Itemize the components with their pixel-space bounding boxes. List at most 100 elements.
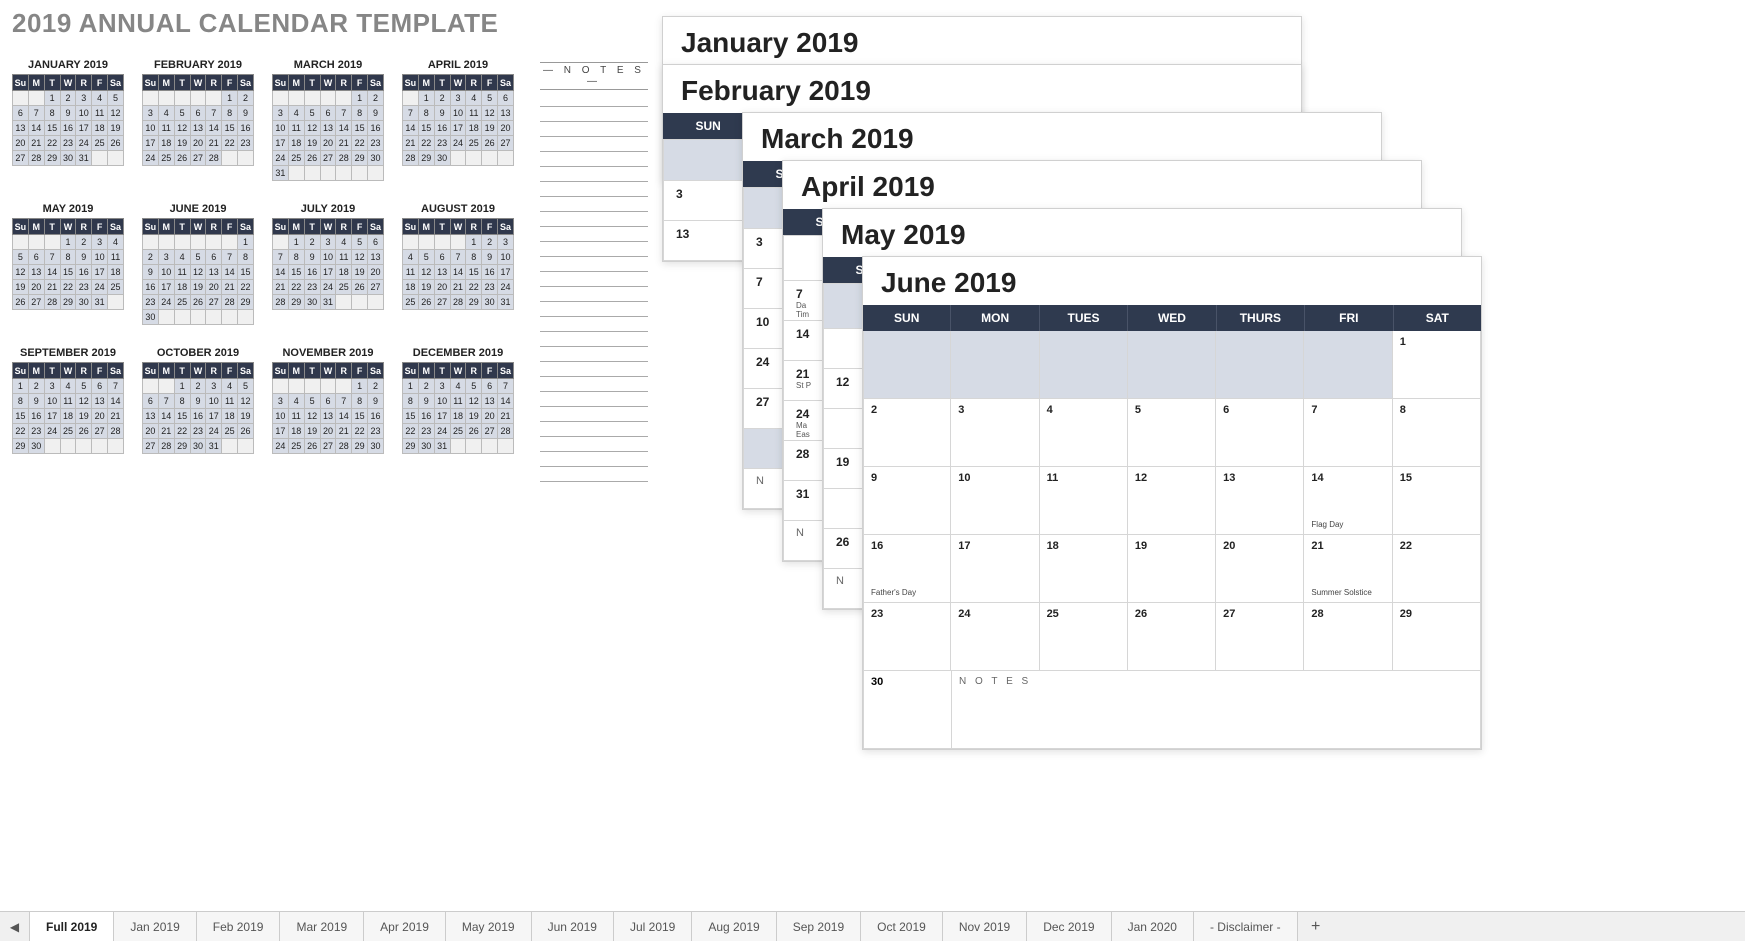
calendar-day-cell[interactable]: 11	[1040, 467, 1128, 535]
calendar-day-cell[interactable]	[1304, 331, 1392, 399]
note-line[interactable]	[540, 437, 648, 452]
june-body: 1234567891011121314Flag Day1516Father's …	[863, 331, 1481, 671]
month-card-jun: June 2019 SUNMONTUESWEDTHURSFRISAT 12345…	[862, 256, 1482, 750]
calendar-day-cell[interactable]: 13	[1216, 467, 1304, 535]
card-title: January 2019	[663, 17, 1301, 65]
calendar-day-cell[interactable]: 17	[951, 535, 1039, 603]
note-line[interactable]	[540, 197, 648, 212]
sheet-tab[interactable]: Jun 2019	[532, 912, 614, 941]
sheet-tab[interactable]: - Disclaimer -	[1194, 912, 1298, 941]
notes-column: — N O T E S —	[540, 62, 648, 482]
calendar-day-cell[interactable]: 14Flag Day	[1304, 467, 1392, 535]
note-line[interactable]	[540, 317, 648, 332]
sheet-tab[interactable]: Apr 2019	[364, 912, 446, 941]
note-line[interactable]	[540, 257, 648, 272]
note-line[interactable]	[540, 347, 648, 362]
note-line[interactable]	[540, 167, 648, 182]
calendar-day-cell[interactable]: 12	[1128, 467, 1216, 535]
calendar-day-cell[interactable]: 2	[863, 399, 951, 467]
sheet-tab[interactable]: Aug 2019	[692, 912, 776, 941]
note-line[interactable]	[540, 122, 648, 137]
card-title: June 2019	[863, 257, 1481, 305]
mini-month: MARCH 2019SuMTWRFSa.....1234567891011121…	[272, 59, 384, 181]
note-line[interactable]	[540, 362, 648, 377]
sheet-tab[interactable]: Mar 2019	[280, 912, 364, 941]
calendar-day-cell[interactable]: 16Father's Day	[863, 535, 951, 603]
add-sheet-button[interactable]: +	[1298, 912, 1334, 941]
sheet-tab[interactable]: Jul 2019	[614, 912, 692, 941]
note-line[interactable]	[540, 422, 648, 437]
note-line[interactable]	[540, 107, 648, 122]
sheet-tab[interactable]: May 2019	[446, 912, 532, 941]
calendar-day-cell[interactable]: 26	[1128, 603, 1216, 671]
dow-label: FRI	[1305, 305, 1393, 331]
mini-month: DECEMBER 2019SuMTWRFSa123456789101112131…	[402, 347, 514, 454]
mini-month-title: MAY 2019	[12, 203, 124, 218]
calendar-day-cell[interactable]: 27	[1216, 603, 1304, 671]
calendar-day-cell[interactable]: 18	[1040, 535, 1128, 603]
sheet-tab[interactable]: Dec 2019	[1027, 912, 1111, 941]
note-line[interactable]	[540, 152, 648, 167]
note-line[interactable]	[540, 212, 648, 227]
mini-month: NOVEMBER 2019SuMTWRFSa.....1234567891011…	[272, 347, 384, 454]
note-line[interactable]	[540, 332, 648, 347]
sheet-tab[interactable]: Nov 2019	[943, 912, 1027, 941]
calendar-day-cell[interactable]: 6	[1216, 399, 1304, 467]
calendar-day-cell[interactable]	[951, 331, 1039, 399]
sheet-tab[interactable]: Oct 2019	[861, 912, 943, 941]
card-title: March 2019	[743, 113, 1381, 161]
calendar-day-cell[interactable]: 10	[951, 467, 1039, 535]
note-line[interactable]	[540, 182, 648, 197]
dow-label: WED	[1128, 305, 1216, 331]
note-line[interactable]	[540, 272, 648, 287]
card-title: April 2019	[783, 161, 1421, 209]
calendar-day-cell[interactable]: 8	[1393, 399, 1481, 467]
calendar-day-cell[interactable]: 3	[951, 399, 1039, 467]
calendar-day-cell[interactable]: 21Summer Solstice	[1304, 535, 1392, 603]
calendar-day-cell[interactable]: 28	[1304, 603, 1392, 671]
event-label: Flag Day	[1311, 520, 1343, 529]
note-line[interactable]	[540, 137, 648, 152]
tab-scroll-left-icon[interactable]: ◀	[0, 912, 30, 941]
june-notes-area[interactable]: N O T E S	[952, 671, 1480, 748]
calendar-day-cell[interactable]	[1040, 331, 1128, 399]
calendar-day-cell[interactable]: 5	[1128, 399, 1216, 467]
calendar-day-cell[interactable]: 29	[1393, 603, 1481, 671]
calendar-day-cell[interactable]: 7	[1304, 399, 1392, 467]
calendar-day-cell[interactable]: 19	[1128, 535, 1216, 603]
sheet-tab[interactable]: Jan 2020	[1112, 912, 1194, 941]
mini-month-title: MARCH 2019	[272, 59, 384, 74]
note-line[interactable]	[540, 227, 648, 242]
calendar-day-cell[interactable]: 25	[1040, 603, 1128, 671]
note-line[interactable]	[540, 392, 648, 407]
note-line[interactable]	[540, 287, 648, 302]
note-line[interactable]	[540, 242, 648, 257]
calendar-day-cell[interactable]: 15	[1393, 467, 1481, 535]
calendar-day-cell[interactable]: 9	[863, 467, 951, 535]
note-line[interactable]	[540, 92, 648, 107]
note-line[interactable]	[540, 302, 648, 317]
note-line[interactable]	[540, 407, 648, 422]
sheet-tab[interactable]: Jan 2019	[114, 912, 196, 941]
calendar-day-cell[interactable]: 4	[1040, 399, 1128, 467]
sheet-tabstrip: ◀ Full 2019Jan 2019Feb 2019Mar 2019Apr 2…	[0, 911, 1745, 941]
note-line[interactable]	[540, 377, 648, 392]
sheet-tab[interactable]: Sep 2019	[777, 912, 861, 941]
calendar-day-cell[interactable]	[1128, 331, 1216, 399]
calendar-day-cell[interactable]: 24	[951, 603, 1039, 671]
note-line[interactable]	[540, 452, 648, 467]
calendar-day-cell[interactable]: 23	[863, 603, 951, 671]
mini-month: OCTOBER 2019SuMTWRFSa..12345678910111213…	[142, 347, 254, 454]
mini-month-title: APRIL 2019	[402, 59, 514, 74]
calendar-day-cell[interactable]: 1	[1393, 331, 1481, 399]
june-day-30[interactable]: 30	[864, 671, 952, 748]
calendar-day-cell[interactable]: 20	[1216, 535, 1304, 603]
sheet-tab[interactable]: Full 2019	[30, 912, 114, 941]
note-line[interactable]	[540, 467, 648, 482]
calendar-day-cell[interactable]: 22	[1393, 535, 1481, 603]
calendar-day-cell[interactable]	[863, 331, 951, 399]
calendar-day-cell[interactable]	[1216, 331, 1304, 399]
sheet-tab[interactable]: Feb 2019	[197, 912, 281, 941]
mini-month: JULY 2019SuMTWRFSa.123456789101112131415…	[272, 203, 384, 325]
mini-month-title: DECEMBER 2019	[402, 347, 514, 362]
